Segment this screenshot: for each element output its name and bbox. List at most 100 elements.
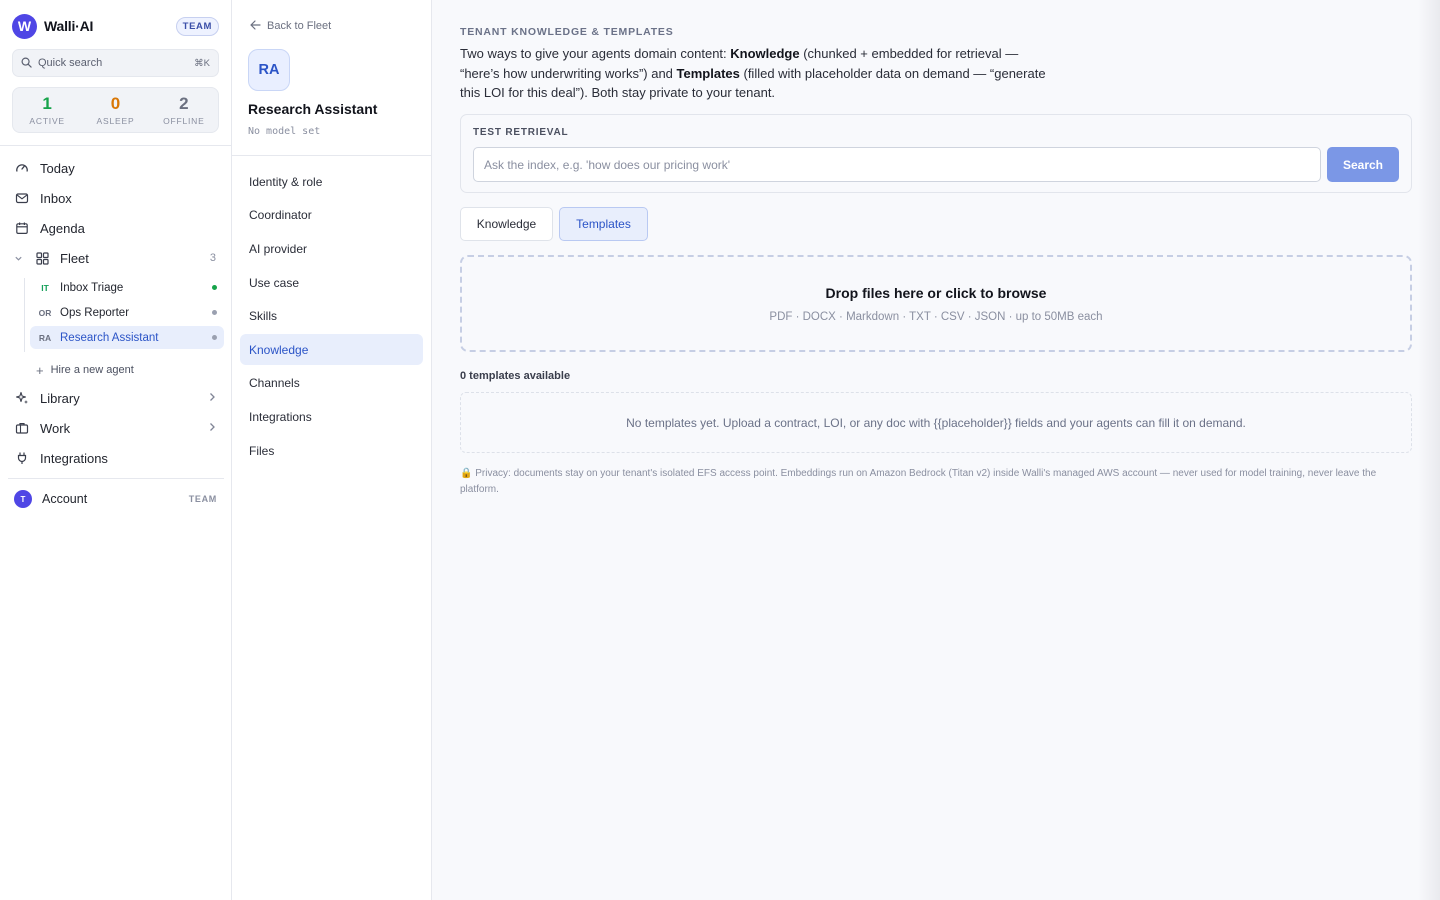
nav-fleet[interactable]: Fleet 3 (32, 245, 222, 271)
nav-label: Today (40, 160, 75, 176)
status-dot (212, 285, 217, 290)
agent-name: Research Assistant (60, 331, 159, 344)
quick-search[interactable]: Quick search ⌘K (12, 49, 219, 77)
brand-logo[interactable]: W (12, 13, 37, 39)
settings-item-ai-provider[interactable]: AI provider (240, 233, 423, 264)
retrieval-query-input[interactable] (473, 147, 1321, 182)
nav-work[interactable]: Work (12, 415, 222, 441)
mail-icon (14, 190, 30, 206)
app-sidebar: W Walli·AI TEAM Quick search ⌘K 1 ACTIVE… (0, 0, 232, 900)
settings-item-skills[interactable]: Skills (240, 300, 423, 331)
hire-agent-button[interactable]: + Hire a new agent (36, 362, 134, 378)
nav-label: Integrations (40, 450, 108, 466)
account-menu[interactable]: T Account TEAM (12, 488, 220, 510)
sparkles-icon (14, 390, 30, 406)
nav-label: Library (40, 390, 80, 406)
grid-icon (34, 250, 50, 266)
stat-asleep: 0 ASLEEP (81, 88, 149, 132)
settings-item-knowledge[interactable]: Knowledge (240, 334, 423, 365)
nav-integrations[interactable]: Integrations (12, 445, 222, 471)
avatar: T (14, 490, 32, 508)
stat-label: ACTIVE (29, 116, 65, 126)
nav-agenda[interactable]: Agenda (12, 215, 222, 241)
retrieval-label: TEST RETRIEVAL (473, 127, 569, 138)
agent-name: Ops Reporter (60, 306, 130, 319)
plug-icon (14, 450, 30, 466)
calendar-icon (14, 220, 30, 236)
back-to-fleet-link[interactable]: Back to Fleet (250, 19, 331, 33)
empty-message: No templates yet. Upload a contract, LOI… (626, 415, 1246, 430)
nav-today[interactable]: Today (12, 155, 222, 181)
shortcut-hint: ⌘K (194, 57, 210, 69)
hire-label: Hire a new agent (50, 364, 134, 376)
tab-templates[interactable]: Templates (559, 207, 648, 241)
nav-label: Fleet (60, 250, 89, 266)
dropzone-subtitle: PDF · DOCX · Markdown · TXT · CSV · JSON… (769, 310, 1103, 323)
brand: W Walli·AI TEAM (12, 13, 220, 39)
account-label: Account (42, 492, 88, 506)
nav-library[interactable]: Library (12, 385, 222, 411)
settings-item-files[interactable]: Files (240, 435, 423, 466)
stat-active: 1 ACTIVE (13, 88, 81, 132)
fleet-count: 3 (209, 252, 216, 264)
search-icon (21, 56, 32, 71)
brand-name[interactable]: Walli·AI (44, 18, 93, 34)
briefcase-icon (14, 420, 30, 436)
quick-search-label: Quick search (38, 57, 103, 69)
search-button[interactable]: Search (1327, 147, 1399, 182)
agent-initials: RA (38, 332, 52, 343)
agent-initials: IT (41, 282, 49, 293)
settings-item-integrations[interactable]: Integrations (240, 401, 423, 432)
divider (8, 478, 224, 479)
nav-label: Work (40, 420, 71, 436)
scroll-shadow (1418, 0, 1440, 900)
settings-item-coordinator[interactable]: Coordinator (240, 199, 423, 230)
intro-templates: Templates (676, 65, 740, 81)
divider (232, 155, 432, 156)
main-content: TENANT KNOWLEDGE & TEMPLATES Two ways to… (432, 0, 1440, 900)
agent-name: Inbox Triage (60, 281, 124, 294)
templates-count: 0 templates available (460, 370, 571, 382)
intro-knowledge: Knowledge (730, 46, 800, 61)
stat-value: 0 (110, 94, 121, 113)
test-retrieval-panel: TEST RETRIEVAL Search (460, 114, 1412, 193)
fleet-stats: 1 ACTIVE 0 ASLEEP 2 OFFLINE (12, 87, 219, 133)
nav-label: Agenda (40, 220, 85, 236)
stat-label: ASLEEP (96, 116, 135, 126)
back-label: Back to Fleet (267, 20, 332, 32)
section-title: TENANT KNOWLEDGE & TEMPLATES (460, 26, 674, 38)
settings-item-use-case[interactable]: Use case (240, 267, 423, 298)
agent-avatar: RA (248, 49, 290, 91)
settings-item-identity[interactable]: Identity & role (240, 166, 423, 197)
chevron-right-icon (208, 421, 216, 435)
arrow-left-icon (250, 19, 261, 33)
templates-empty-state: No templates yet. Upload a contract, LOI… (460, 392, 1412, 453)
intro-part: Two ways to give your agents domain cont… (460, 46, 731, 61)
agent-item-research-assistant[interactable]: RA Research Assistant (30, 326, 224, 349)
account-tag: TEAM (188, 494, 217, 504)
tab-knowledge[interactable]: Knowledge (460, 207, 553, 241)
agent-model: No model set (248, 126, 321, 137)
agent-item-inbox-triage[interactable]: IT Inbox Triage (30, 276, 224, 299)
stat-offline: 2 OFFLINE (150, 88, 218, 132)
stat-label: OFFLINE (163, 116, 205, 126)
file-dropzone[interactable]: Drop files here or click to browse PDF ·… (460, 255, 1412, 352)
chevron-right-icon (208, 391, 216, 405)
agent-title: Research Assistant (248, 101, 378, 117)
dropzone-title: Drop files here or click to browse (825, 284, 1047, 301)
stat-value: 1 (42, 94, 52, 113)
agent-settings-panel: Back to Fleet RA Research Assistant No m… (232, 0, 432, 900)
chevron-down-icon[interactable] (12, 251, 24, 265)
nav-label: Inbox (40, 190, 72, 206)
status-dot (212, 335, 217, 340)
gauge-icon (14, 160, 30, 176)
privacy-note: 🔒 Privacy: documents stay on your tenant… (460, 468, 1377, 495)
stat-value: 2 (179, 94, 189, 113)
intro-text: Two ways to give your agents domain cont… (460, 44, 1060, 103)
plus-icon: + (36, 362, 44, 378)
agent-initials: OR (38, 307, 52, 318)
settings-item-channels[interactable]: Channels (240, 367, 423, 398)
agent-item-ops-reporter[interactable]: OR Ops Reporter (30, 301, 224, 324)
nav-inbox[interactable]: Inbox (12, 185, 222, 211)
tree-line (24, 278, 25, 352)
